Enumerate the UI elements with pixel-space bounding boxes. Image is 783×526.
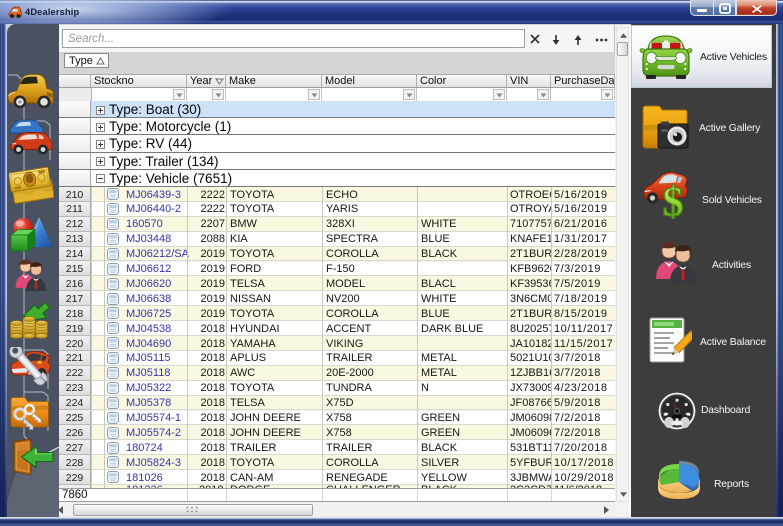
svg-text:$: $ xyxy=(663,180,684,219)
